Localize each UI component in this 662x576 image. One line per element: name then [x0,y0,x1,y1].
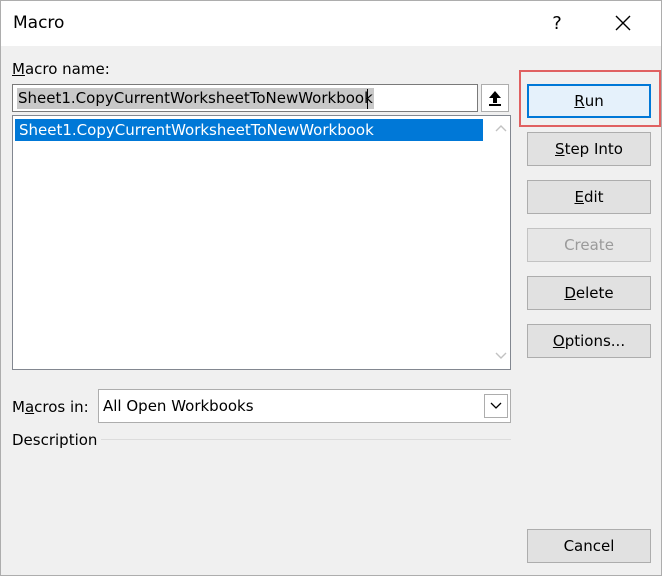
create-button[interactable]: Create [527,228,651,262]
move-up-button[interactable] [481,84,509,112]
run-button[interactable]: Run [527,84,651,118]
macro-name-input[interactable]: Sheet1.CopyCurrentWorksheetToNewWorkbook [12,84,478,112]
options-button[interactable]: Options... [527,324,651,358]
scroll-up-icon[interactable] [494,121,508,135]
description-label: Description [12,431,98,449]
close-button[interactable] [607,7,639,39]
macros-in-value: All Open Workbooks [103,397,254,415]
close-icon [615,15,631,31]
vertical-scrollbar[interactable] [492,116,510,369]
scroll-down-icon[interactable] [494,349,508,363]
help-icon: ? [552,12,562,34]
dialog-title: Macro [13,13,65,33]
delete-button[interactable]: Delete [527,276,651,310]
macro-dialog: Macro ? Macro name: Sheet1.CopyCurrentWo… [0,0,662,576]
cancel-button[interactable]: Cancel [527,529,651,563]
macros-in-dropdown[interactable]: All Open Workbooks [98,389,511,423]
macros-in-label: Macros in: [12,398,89,416]
up-arrow-icon [489,91,501,106]
help-button[interactable]: ? [541,7,573,39]
dropdown-button[interactable] [484,394,508,418]
description-divider [101,439,511,440]
macro-name-value: Sheet1.CopyCurrentWorksheetToNewWorkbook [17,88,374,109]
macro-list[interactable]: Sheet1.CopyCurrentWorksheetToNewWorkbook [12,115,511,370]
step-into-button[interactable]: Step Into [527,132,651,166]
title-bar: Macro ? [1,1,661,46]
text-caret [367,89,368,109]
macro-name-label: Macro name: [12,60,110,78]
list-item[interactable]: Sheet1.CopyCurrentWorksheetToNewWorkbook [15,119,483,141]
edit-button[interactable]: Edit [527,180,651,214]
chevron-down-icon [490,402,502,409]
